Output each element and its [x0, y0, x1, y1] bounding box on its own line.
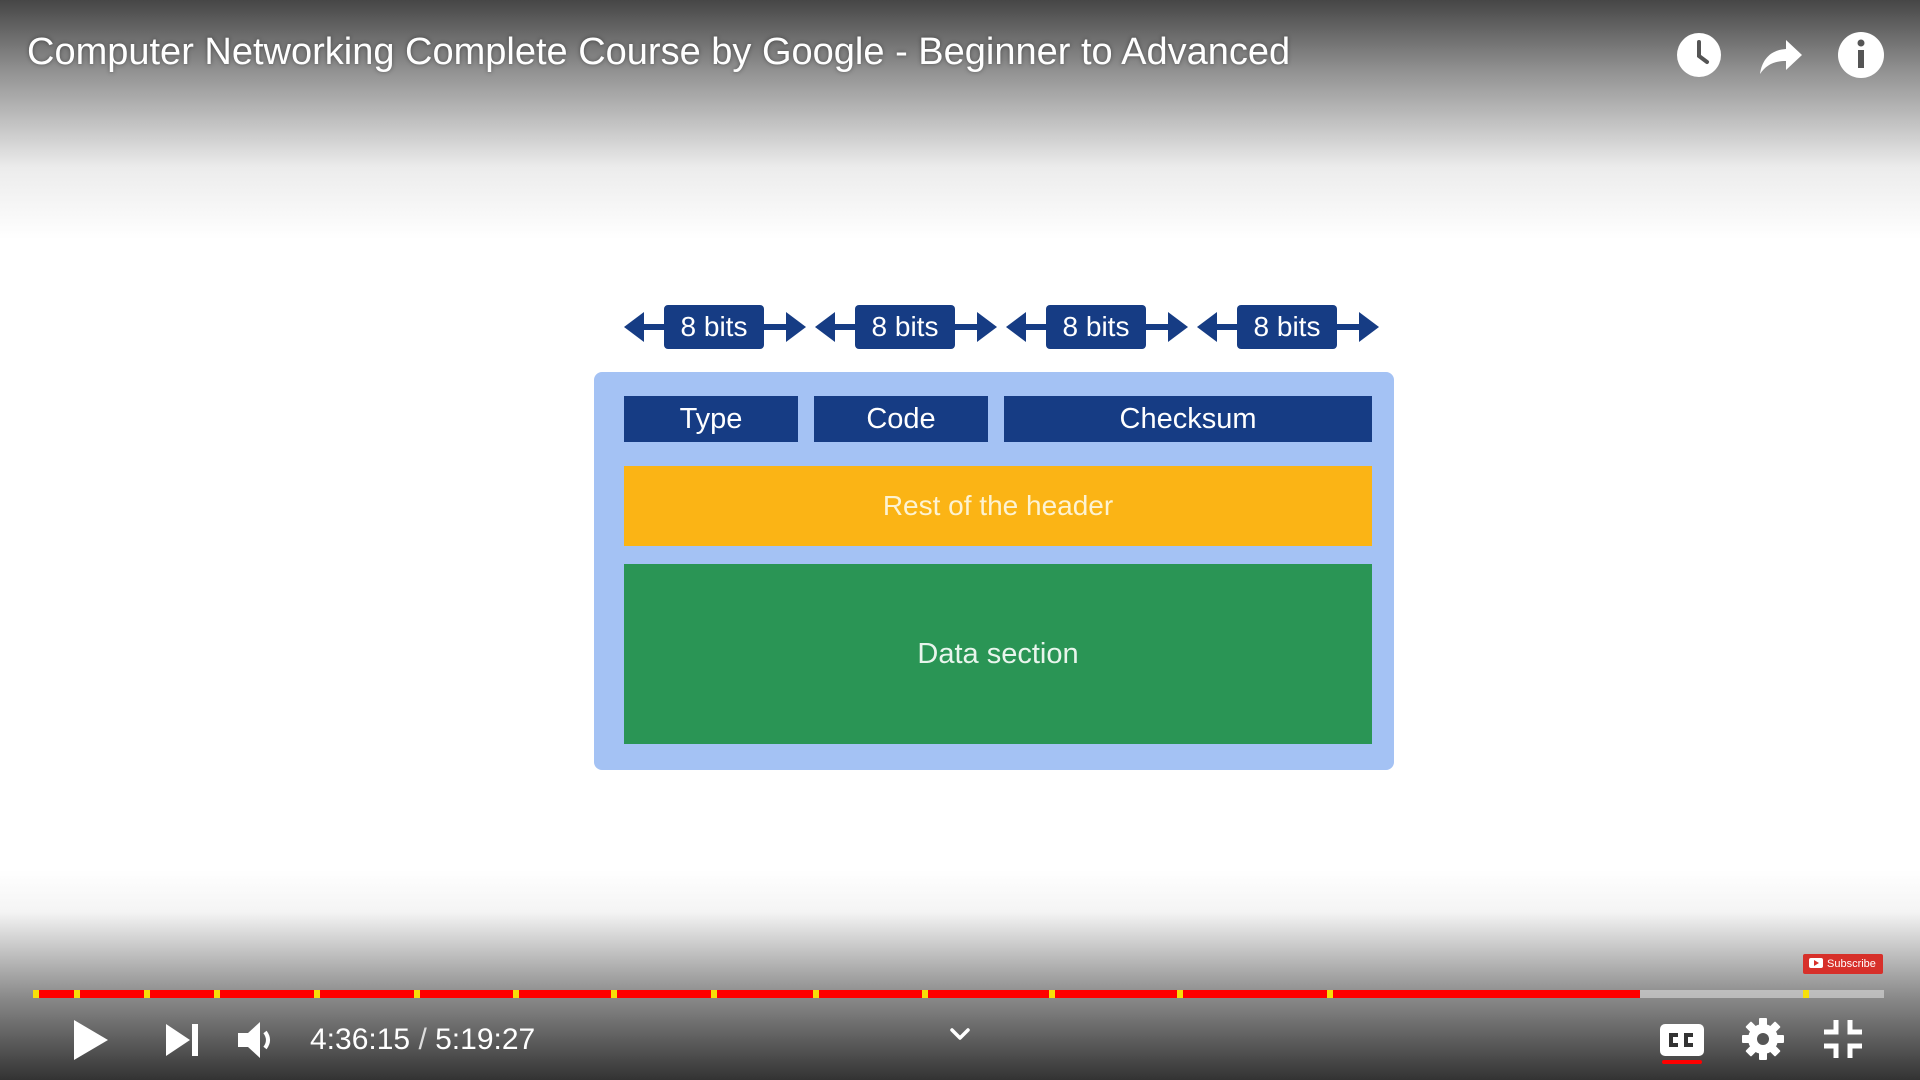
chapter-marker: [1803, 990, 1810, 998]
data-section-field: Data section: [624, 564, 1372, 744]
current-time: 4:36:15: [310, 1023, 411, 1056]
play-button[interactable]: [66, 1016, 114, 1064]
code-field: Code: [814, 396, 988, 442]
chapter-marker: [921, 990, 928, 998]
exit-fullscreen-button[interactable]: [1820, 1016, 1866, 1062]
video-title[interactable]: Computer Networking Complete Course by G…: [27, 30, 1290, 74]
chapter-marker: [214, 990, 221, 998]
settings-button[interactable]: [1740, 1016, 1786, 1062]
exit-fullscreen-icon: [1824, 1020, 1862, 1058]
chapter-marker: [413, 990, 420, 998]
bits-label: 8 bits: [1237, 305, 1337, 349]
chapter-marker: [143, 990, 150, 998]
bits-indicator: 8 bits: [1197, 300, 1379, 354]
closed-captions-icon: [1660, 1024, 1704, 1056]
time-display: 4:36:15 / 5:19:27: [310, 1020, 535, 1060]
volume-icon: [238, 1022, 270, 1058]
bits-label: 8 bits: [1046, 305, 1146, 349]
info-icon[interactable]: [1836, 30, 1886, 80]
progress-bar[interactable]: [33, 990, 1884, 998]
chapter-marker: [33, 990, 39, 998]
bottom-overlay: [0, 870, 1920, 1080]
subscribe-label: Subscribe: [1827, 958, 1876, 970]
volume-button[interactable]: [234, 1018, 278, 1062]
next-icon: [166, 1024, 198, 1056]
progress-played: [36, 990, 1641, 998]
chapter-marker: [1176, 990, 1183, 998]
bit-widths-row: 8 bits 8 bits 8 bits 8 bits: [594, 300, 1394, 354]
chapter-marker: [812, 990, 819, 998]
next-button[interactable]: [160, 1018, 204, 1062]
bits-label: 8 bits: [664, 305, 764, 349]
captions-active-indicator: [1662, 1060, 1702, 1064]
chapter-marker: [513, 990, 520, 998]
settings-gear-icon: [1742, 1018, 1784, 1060]
bits-indicator: 8 bits: [815, 300, 997, 354]
checksum-field: Checksum: [1004, 396, 1372, 442]
duration: 5:19:27: [435, 1023, 536, 1056]
chevron-down-icon[interactable]: [948, 1024, 972, 1044]
bits-indicator: 8 bits: [1006, 300, 1188, 354]
chapter-marker: [711, 990, 718, 998]
youtube-logo-icon: [1809, 958, 1823, 968]
chapter-marker: [1326, 990, 1333, 998]
type-field: Type: [624, 396, 798, 442]
chapter-marker: [611, 990, 618, 998]
chapter-marker: [73, 990, 80, 998]
rest-of-header-field: Rest of the header: [624, 466, 1372, 546]
share-icon[interactable]: [1756, 30, 1806, 80]
subscribe-watermark[interactable]: Subscribe: [1803, 954, 1883, 974]
chapter-marker: [1049, 990, 1056, 998]
icmp-packet-diagram: 8 bits 8 bits 8 bits 8 bits Type Code Ch…: [594, 300, 1394, 780]
watch-later-icon[interactable]: [1674, 30, 1724, 80]
play-icon: [74, 1020, 108, 1060]
chapter-marker: [313, 990, 320, 998]
time-separator: /: [418, 1023, 427, 1056]
packet-box: Type Code Checksum Rest of the header Da…: [594, 372, 1394, 770]
bits-label: 8 bits: [855, 305, 955, 349]
bits-indicator: 8 bits: [624, 300, 806, 354]
captions-button[interactable]: [1658, 1022, 1706, 1058]
